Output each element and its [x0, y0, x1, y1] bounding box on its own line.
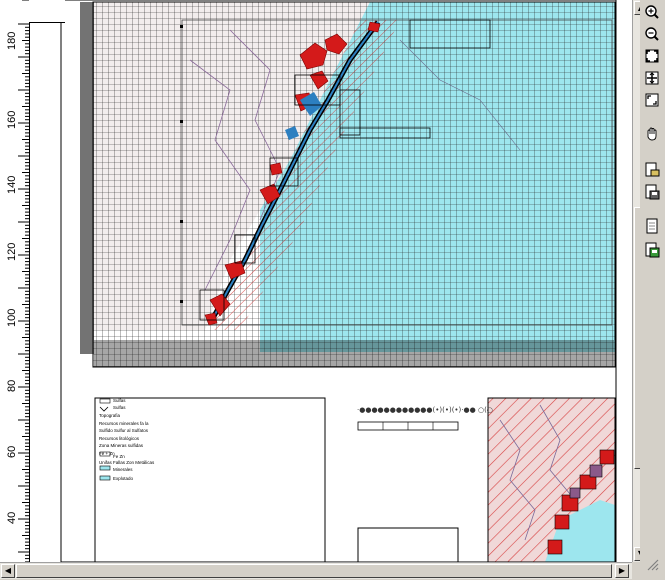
horizontal-ruler-corner	[29, 0, 65, 23]
legend-item: Recursos litológicos	[99, 435, 140, 441]
scroll-left-button[interactable]: ◀	[1, 564, 15, 578]
ruler-label-40: 40	[6, 511, 18, 524]
map-canvas[interactable]: 180 160 140 120 100 80 60 40 Sulfas Sulf…	[0, 0, 632, 562]
legend-item: Sulfido Sulfur al Sulfatos	[99, 428, 149, 433]
legend-item: Explotado	[113, 476, 134, 481]
ruler-ticks	[18, 0, 29, 562]
vertical-ruler: 180 160 140 120 100 80 60 40	[0, 0, 30, 562]
resize-grip-icon[interactable]	[644, 556, 660, 572]
zoom-selection-icon	[645, 93, 659, 107]
open-layer-button[interactable]	[642, 160, 662, 180]
ruler-label-120: 120	[6, 242, 18, 261]
pan-button[interactable]	[642, 124, 662, 144]
zoom-out-icon	[645, 27, 659, 41]
map-toolbar	[640, 0, 665, 580]
full-extent-icon	[645, 71, 659, 85]
open-layer-icon	[645, 162, 660, 177]
ruler-label-140: 140	[6, 175, 18, 194]
map-title: ·●●●●●●●●●●●●(•)(•)(•)·●● ○(○	[357, 406, 493, 414]
legend-text-list: Sulfas Sulfas	[113, 397, 126, 411]
legend-item: Zona Mineras sulfidas	[99, 443, 144, 448]
save-layer-icon	[645, 184, 660, 200]
properties-button[interactable]	[642, 216, 662, 236]
map-viewer-window: 180 160 140 120 100 80 60 40 Sulfas Sulf…	[0, 0, 665, 580]
zoom-extent-icon	[645, 49, 659, 63]
pan-hand-icon	[647, 127, 657, 141]
full-extent-button[interactable]	[642, 68, 662, 88]
ruler-label-160: 160	[6, 110, 18, 129]
horizontal-scroll-thumb[interactable]	[16, 564, 612, 578]
legend-item: Sulfas	[113, 405, 126, 410]
zoom-in-icon	[645, 5, 659, 19]
export-button[interactable]	[642, 240, 662, 260]
export-icon	[645, 242, 660, 258]
map-drawing[interactable]	[0, 0, 632, 562]
legend-item: Topografia	[99, 413, 121, 418]
legend-text-list-5: Minerales Explotado	[113, 465, 133, 483]
ruler-label-60: 60	[6, 445, 18, 458]
legend-item: Minerales	[113, 467, 133, 472]
scroll-right-button[interactable]: ▶	[615, 564, 629, 578]
zoom-out-button[interactable]	[642, 24, 662, 44]
properties-icon	[646, 218, 658, 234]
zoom-selection-button[interactable]	[642, 90, 662, 110]
ruler-label-180: 180	[6, 31, 18, 50]
legend-text-list-2: Topografia Recursos minerales fa la Sulf…	[99, 412, 149, 457]
ruler-label-80: 80	[6, 379, 18, 392]
legend-item: Recursos minerales fa la	[99, 420, 149, 426]
legend-item: Sulfas	[113, 398, 126, 403]
zoom-extent-button[interactable]	[642, 46, 662, 66]
inset-map	[487, 397, 616, 562]
zoom-in-button[interactable]	[642, 2, 662, 22]
save-layer-button[interactable]	[642, 182, 662, 202]
ruler-label-100: 100	[6, 308, 18, 327]
upper-map-frame	[80, 1, 616, 368]
horizontal-scrollbar[interactable]: ◀ ▶	[0, 562, 632, 579]
